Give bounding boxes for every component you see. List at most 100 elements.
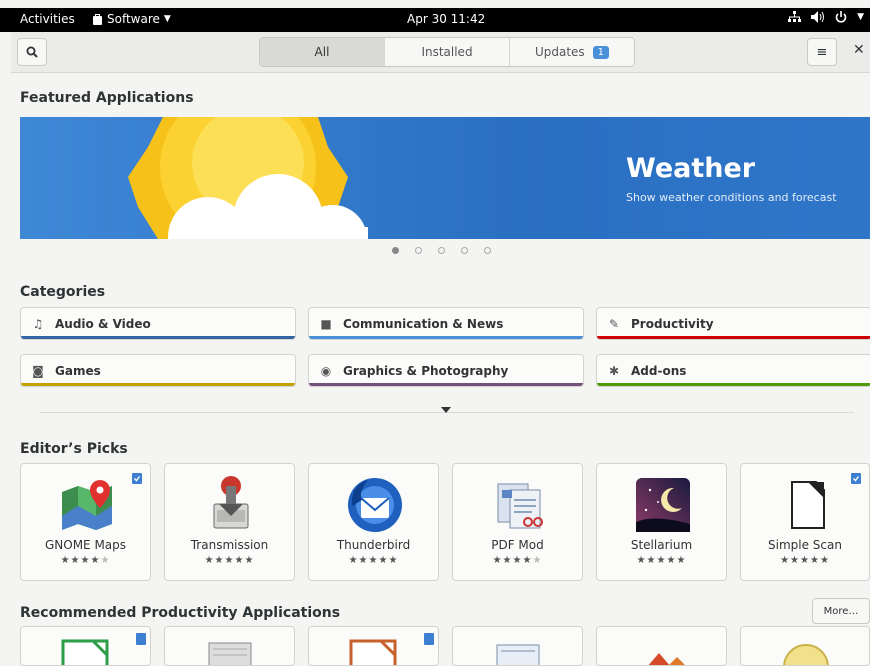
app-menu[interactable]: Software ▼ (92, 12, 171, 26)
app-tile-thunderbird[interactable]: Thunderbird ★★★★★ (308, 463, 439, 581)
category-label: Productivity (631, 316, 714, 331)
carousel-dot[interactable] (438, 247, 445, 254)
chevron-down-icon: ▼ (163, 14, 171, 24)
recommended-heading: Recommended Productivity Applications (20, 605, 341, 621)
scanner-icon (791, 481, 825, 529)
header-bar: All Installed Updates 1 ≡ ✕ (11, 32, 870, 73)
category-games[interactable]: ◙ Games (20, 354, 296, 387)
category-communication-news[interactable]: ■ Communication & News (308, 307, 584, 340)
tab-all-label: All (314, 45, 330, 59)
category-add-ons[interactable]: ✱ Add-ons (596, 354, 870, 387)
category-label: Add-ons (631, 363, 687, 378)
app-name: Transmission (190, 538, 269, 552)
app-name: PDF Mod (491, 538, 544, 552)
carousel-dot[interactable] (392, 247, 399, 254)
carousel-dot[interactable] (484, 247, 491, 254)
app-name: Simple Scan (768, 538, 842, 552)
installed-icon (132, 473, 142, 484)
close-icon: ✕ (853, 42, 865, 58)
expand-arrow-icon[interactable] (441, 407, 451, 413)
volume-icon (811, 11, 825, 23)
more-button[interactable]: More… (812, 598, 870, 624)
network-icon (788, 11, 802, 22)
banner-title: Weather (626, 153, 756, 184)
edit-icon: ✎ (608, 316, 620, 331)
stellarium-icon (636, 478, 690, 532)
app-tile-pdf-mod[interactable]: PDF Mod ★★★★★ (452, 463, 583, 581)
category-productivity[interactable]: ✎ Productivity (596, 307, 870, 340)
camera-icon: ◉ (320, 363, 332, 378)
carousel-dot[interactable] (415, 247, 422, 254)
search-button[interactable] (17, 38, 47, 66)
gamepad-icon: ◙ (32, 363, 44, 378)
recommended-app-tile[interactable] (740, 626, 870, 666)
close-button[interactable]: ✕ (853, 42, 865, 58)
installed-icon (851, 473, 861, 484)
app-tile-transmission[interactable]: Transmission ★★★★★ (164, 463, 295, 581)
chat-icon: ■ (320, 316, 332, 331)
bag-icon (93, 14, 102, 25)
category-color-bar (309, 336, 583, 339)
category-label: Audio & Video (55, 316, 151, 331)
app-menu-label: Software (107, 12, 160, 26)
app-tile-simple-scan[interactable]: Simple Scan ★★★★★ (740, 463, 870, 581)
hamburger-icon: ≡ (816, 44, 828, 60)
category-color-bar (21, 383, 295, 386)
view-switcher: All Installed Updates 1 (259, 37, 635, 67)
menu-button[interactable]: ≡ (807, 38, 837, 66)
banner-subtitle: Show weather conditions and forecast (626, 191, 837, 204)
rating-stars: ★★★★★ (60, 555, 111, 566)
featured-banner[interactable]: Weather Show weather conditions and fore… (20, 117, 870, 239)
app-tile-stellarium[interactable]: Stellarium ★★★★★ (596, 463, 727, 581)
category-label: Graphics & Photography (343, 363, 509, 378)
rating-stars: ★★★★★ (204, 555, 255, 566)
search-icon (26, 46, 38, 58)
category-graphics-photography[interactable]: ◉ Graphics & Photography (308, 354, 584, 387)
carousel-indicator (392, 247, 491, 254)
app-tile-gnome-maps[interactable]: GNOME Maps ★★★★★ (20, 463, 151, 581)
category-color-bar (309, 383, 583, 386)
clock[interactable]: Apr 30 11:42 (407, 12, 485, 26)
app-name: GNOME Maps (44, 538, 127, 552)
tab-all[interactable]: All (260, 38, 385, 66)
recommended-app-tile[interactable] (164, 626, 295, 666)
notes-icon (496, 644, 540, 665)
app-icon (783, 644, 829, 665)
category-label: Communication & News (343, 316, 504, 331)
tab-installed-label: Installed (421, 45, 473, 59)
spreadsheet-icon (61, 633, 146, 665)
rating-stars: ★★★★★ (780, 555, 830, 566)
tab-updates[interactable]: Updates 1 (510, 38, 634, 66)
rating-stars: ★★★★★ (492, 555, 543, 566)
carousel-dot[interactable] (461, 247, 468, 254)
rating-stars: ★★★★★ (636, 555, 687, 566)
power-icon (835, 11, 847, 23)
category-label: Games (55, 363, 101, 378)
recommended-app-tile[interactable] (308, 626, 439, 666)
document-icon (349, 633, 434, 665)
top-bar: Activities Software ▼ Apr 30 11:42 ▼ (0, 8, 870, 32)
app-name: Stellarium (630, 538, 693, 552)
category-color-bar (597, 383, 870, 386)
categories-heading: Categories (20, 284, 106, 300)
chevron-down-icon: ▼ (857, 12, 864, 22)
pdfmod-icon (497, 483, 543, 529)
recommended-app-tile[interactable] (20, 626, 151, 666)
category-color-bar (597, 336, 870, 339)
featured-heading: Featured Applications (20, 90, 194, 106)
app-icon (648, 653, 685, 665)
tab-installed[interactable]: Installed (385, 38, 510, 66)
recommended-app-tile[interactable] (452, 626, 583, 666)
app-name: Thunderbird (336, 538, 411, 552)
maps-icon (62, 480, 112, 530)
tab-updates-label: Updates (534, 45, 585, 59)
updates-count-badge: 1 (592, 45, 610, 59)
recommended-app-tile[interactable] (596, 626, 727, 666)
system-menu[interactable]: ▼ (788, 11, 864, 23)
editors-picks-heading: Editor’s Picks (20, 441, 128, 457)
activities-button[interactable]: Activities (20, 12, 75, 26)
music-note-icon: ♫ (32, 316, 44, 331)
rating-stars: ★★★★★ (348, 555, 399, 566)
weather-sun-cloud-icon (128, 117, 368, 239)
category-audio-video[interactable]: ♫ Audio & Video (20, 307, 296, 340)
